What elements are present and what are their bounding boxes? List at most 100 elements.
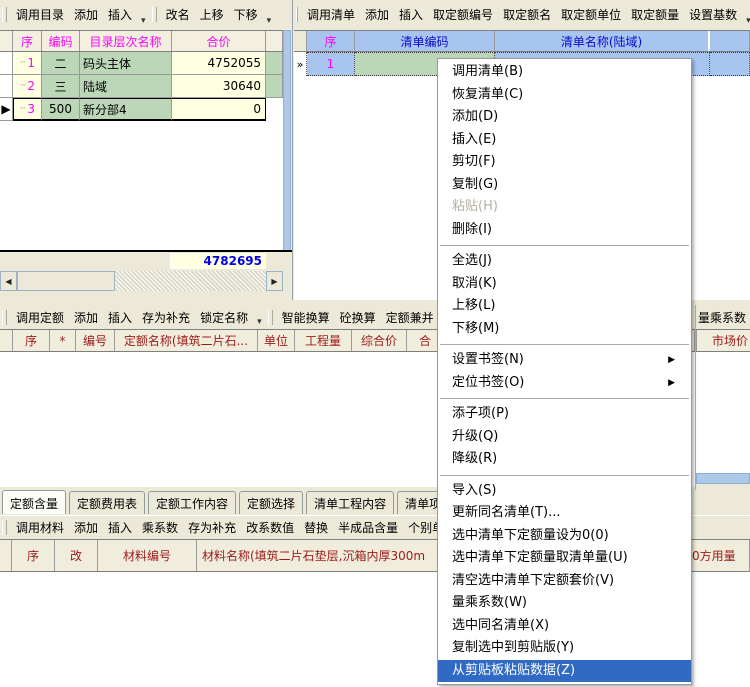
set-base-button[interactable]: 设置基数 [684, 6, 742, 23]
quota-merge-button[interactable]: 定额兼并 [381, 309, 439, 326]
toolbar-overflow-icon[interactable]: ▾ [137, 16, 150, 26]
toolbar-drag-handle[interactable] [268, 310, 273, 325]
header-star[interactable]: * [50, 330, 76, 351]
catalog-row-2[interactable]: ┄2 三 陆域 30640 [0, 75, 283, 98]
menu-item-promote[interactable]: 升级(Q) [438, 426, 691, 449]
header-seq[interactable]: 序 [13, 31, 42, 51]
header-total[interactable]: 合价 [172, 31, 266, 51]
catalog-horizontal-scrollbar[interactable]: ◀ ▶ [0, 271, 283, 291]
menu-item-move-up[interactable]: 上移(L) [438, 295, 691, 318]
header-modified[interactable]: 改 [55, 540, 98, 571]
toolbar-drag-handle[interactable] [2, 520, 7, 535]
header-material-code[interactable]: 材料编号 [98, 540, 197, 571]
header-code[interactable]: 编号 [76, 330, 115, 351]
change-factor-value-button[interactable]: 改系数值 [241, 519, 299, 536]
concrete-convert-button[interactable]: 砼换算 [335, 309, 381, 326]
tab-quota-fee-table[interactable]: 定额费用表 [69, 491, 145, 514]
header-name[interactable]: 目录层次名称 [80, 31, 172, 51]
toolbar-overflow-icon[interactable]: ▾ [742, 16, 750, 26]
menu-item-update-same-name-list[interactable]: 更新同名清单(T)... [438, 502, 691, 525]
header-seq[interactable]: 序 [13, 330, 50, 351]
cell-name[interactable]: 码头主体 [80, 52, 172, 75]
cell-code[interactable]: 三 [42, 75, 80, 98]
scrollbar-thumb[interactable] [17, 271, 115, 291]
tab-quota-select[interactable]: 定额选择 [239, 491, 303, 514]
toolbar-drag-handle[interactable] [2, 7, 7, 22]
catalog-row-1[interactable]: ┄1 二 码头主体 4752055 [0, 52, 283, 75]
get-quota-unit-button[interactable]: 取定额单位 [556, 6, 626, 23]
price-pane-scrollbar[interactable] [696, 473, 750, 484]
header-quantity[interactable]: 工程量 [295, 330, 352, 351]
get-quota-qty-button[interactable]: 取定额量 [626, 6, 684, 23]
toolbar-drag-handle[interactable] [152, 7, 157, 22]
menu-item-move-down[interactable]: 下移(M) [438, 318, 691, 341]
tab-quota-content[interactable]: 定额含量 [2, 490, 66, 514]
catalog-vertical-scrollbar[interactable] [283, 30, 291, 269]
menu-item-import[interactable]: 导入(S) [438, 480, 691, 503]
header-quota-name[interactable]: 定额名称(填筑二片石... [115, 330, 258, 351]
insert-button[interactable]: 插入 [394, 6, 428, 23]
menu-item-select-all[interactable]: 全选(J) [438, 250, 691, 273]
cell-seq[interactable]: ┄2 [13, 75, 42, 98]
add-button[interactable]: 添加 [69, 309, 103, 326]
header-unit[interactable]: 单位 [258, 330, 295, 351]
call-list-button[interactable]: 调用清单 [302, 6, 360, 23]
header-list-name[interactable]: 清单名称(陆域) [495, 31, 710, 51]
lock-name-button[interactable]: 锁定名称 [195, 309, 253, 326]
menu-item-add[interactable]: 添加(D) [438, 106, 691, 129]
menu-item-call-list[interactable]: 调用清单(B) [438, 61, 691, 84]
cell-total[interactable]: 0 [172, 98, 266, 121]
menu-item-copy-to-clipboard[interactable]: 复制选中到剪贴版(Y) [438, 637, 691, 660]
toolbar-drag-handle[interactable] [296, 7, 298, 22]
header-usage-partial[interactable]: 0方用量 [692, 540, 750, 571]
menu-item-cancel[interactable]: 取消(K) [438, 273, 691, 296]
insert-button[interactable]: 插入 [103, 6, 137, 23]
menu-item-clear-quota-pricing[interactable]: 清空选中清单下定额套价(V) [438, 570, 691, 593]
menu-item-cut[interactable]: 剪切(F) [438, 151, 691, 174]
call-catalog-button[interactable]: 调用目录 [11, 6, 69, 23]
scroll-left-button[interactable]: ◀ [0, 271, 17, 291]
toolbar-drag-handle[interactable] [2, 310, 7, 325]
header-composite-price[interactable]: 综合价 [352, 330, 407, 351]
menu-item-add-child[interactable]: 添子项(P) [438, 403, 691, 426]
toolbar-overflow-icon[interactable]: ▾ [263, 16, 276, 26]
cell-name[interactable]: 新分部4 [80, 98, 172, 121]
menu-item-paste-from-clipboard[interactable]: 从剪贴板粘贴数据(Z) [438, 660, 691, 683]
cell-total[interactable]: 30640 [172, 75, 266, 98]
menu-item-quota-qty-from-list[interactable]: 选中清单下定额量取清单量(U) [438, 547, 691, 570]
save-as-supplement-button[interactable]: 存为补充 [137, 309, 195, 326]
add-button[interactable]: 添加 [360, 6, 394, 23]
cell-code[interactable]: 500 [42, 98, 80, 121]
menu-item-goto-bookmark[interactable]: 定位书签(O)▶ [438, 372, 691, 395]
cell-total[interactable]: 4752055 [172, 52, 266, 75]
menu-item-set-quota-qty-zero[interactable]: 选中清单下定额量设为0(0) [438, 525, 691, 548]
scroll-right-button[interactable]: ▶ [266, 271, 283, 291]
add-button[interactable]: 添加 [69, 6, 103, 23]
tab-quota-work-content[interactable]: 定额工作内容 [148, 491, 236, 514]
menu-item-set-bookmark[interactable]: 设置书签(N)▶ [438, 349, 691, 372]
insert-button[interactable]: 插入 [103, 309, 137, 326]
tab-list-work-content[interactable]: 清单工程内容 [306, 491, 394, 514]
cell-seq[interactable]: ┄3 [13, 98, 42, 121]
get-quota-code-button[interactable]: 取定额编号 [428, 6, 498, 23]
header-code[interactable]: 编码 [42, 31, 80, 51]
header-seq[interactable]: 序 [12, 540, 55, 571]
scrollbar-track[interactable] [115, 271, 266, 291]
panel-splitter[interactable] [292, 0, 293, 300]
multiply-factor-button[interactable]: 乘系数 [137, 519, 183, 536]
menu-item-insert[interactable]: 插入(E) [438, 129, 691, 152]
get-quota-name-button[interactable]: 取定额名 [498, 6, 556, 23]
menu-item-multiply-factor[interactable]: 量乘系数(W) [438, 592, 691, 615]
menu-item-select-same-name-list[interactable]: 选中同名清单(X) [438, 615, 691, 638]
insert-button[interactable]: 插入 [103, 519, 137, 536]
save-as-supplement-button[interactable]: 存为补充 [183, 519, 241, 536]
menu-item-copy[interactable]: 复制(G) [438, 174, 691, 197]
add-button[interactable]: 添加 [69, 519, 103, 536]
rename-button[interactable]: 改名 [161, 6, 195, 23]
call-material-button[interactable]: 调用材料 [11, 519, 69, 536]
header-list-code[interactable]: 清单编码 [355, 31, 495, 51]
cell-seq[interactable]: ┄1 [13, 52, 42, 75]
menu-item-restore-list[interactable]: 恢复清单(C) [438, 84, 691, 107]
replace-button[interactable]: 替换 [299, 519, 333, 536]
menu-item-delete[interactable]: 删除(I) [438, 219, 691, 242]
